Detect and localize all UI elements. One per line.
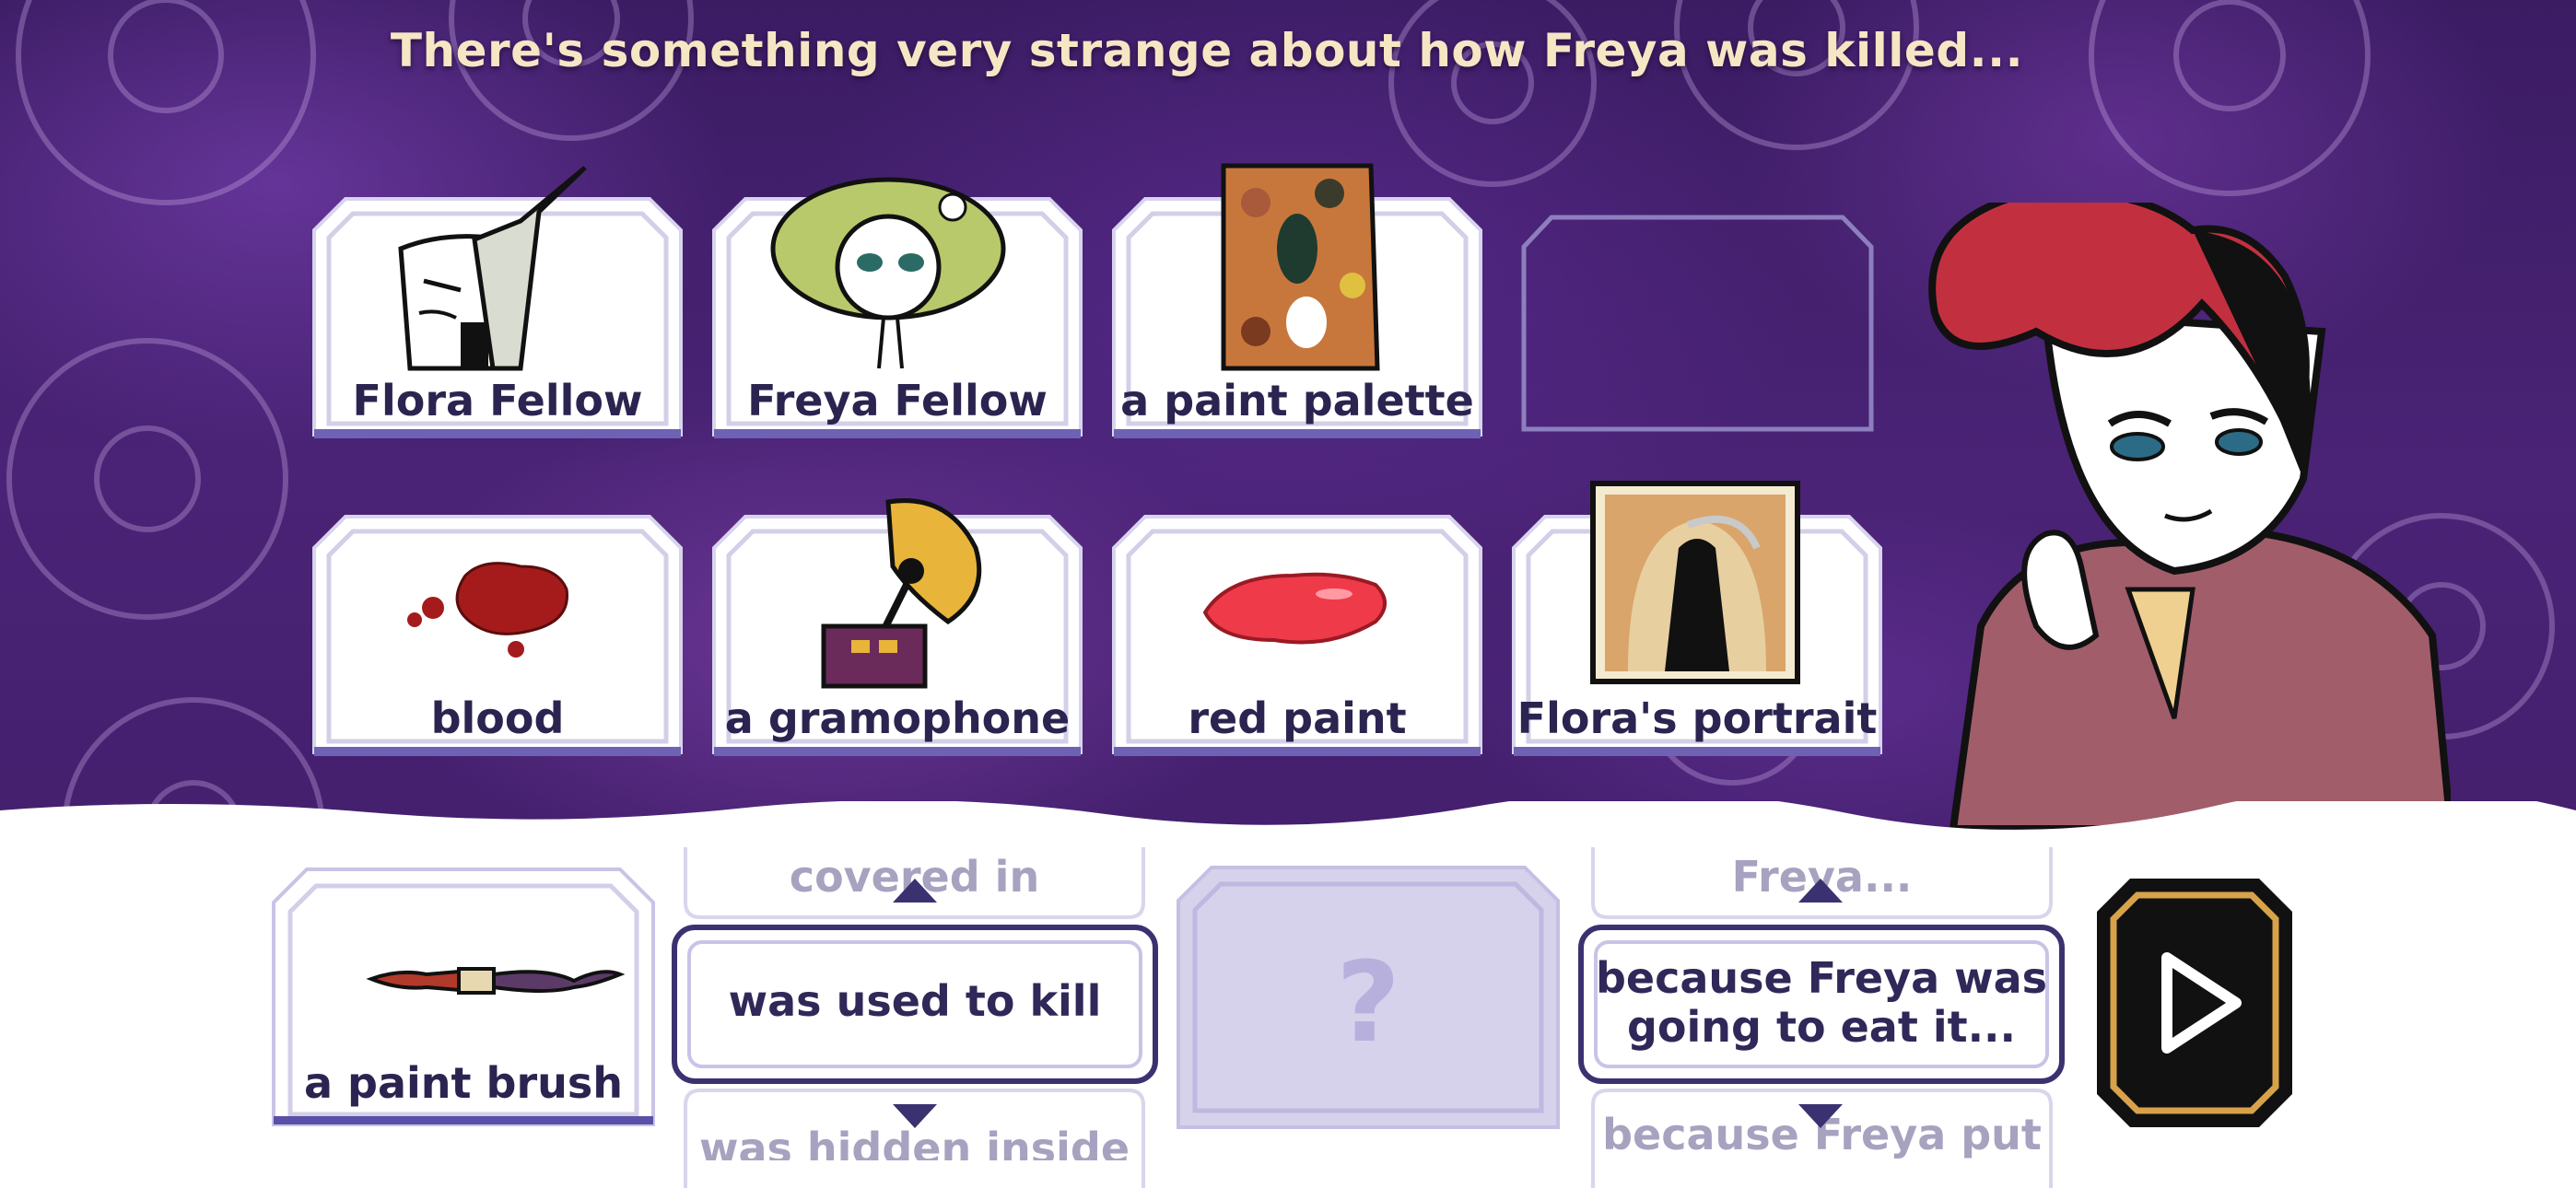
clue-card-label: a gramophone [724,693,1071,743]
subject-card-label: a paint brush [303,1058,624,1108]
clue-card-gramophone[interactable]: a gramophone [708,498,1086,760]
submit-button[interactable] [2093,875,2296,1131]
detective-character-icon [1928,203,2451,829]
verb-up-arrow-icon[interactable] [889,875,941,906]
reason-down-arrow-icon[interactable] [1795,1101,1846,1132]
clue-card-label: blood [430,693,565,743]
clue-card-label: Freya Fellow [747,376,1048,425]
clue-card-label: red paint [1188,693,1407,743]
clue-card-label: a paint palette [1120,376,1474,425]
narration-caption: There's something very strange about how… [390,24,2024,77]
reason-up-arrow-icon[interactable] [1795,875,1846,906]
verb-down-arrow-icon[interactable] [889,1101,941,1132]
clue-card-flora-fellow[interactable]: Flora Fellow [309,166,686,442]
clue-card-floras-portrait[interactable]: Flora's portrait [1508,481,1886,760]
verb-current-label: was used to kill [728,976,1102,1026]
clue-card-label: Flora's portrait [1516,693,1878,743]
clue-card-freya-fellow[interactable]: Freya Fellow [708,177,1086,442]
clue-card-red-paint[interactable]: red paint [1108,511,1486,760]
sentence-subject-card[interactable]: a paint brush [270,866,657,1128]
clue-card-label: Flora Fellow [352,376,643,425]
object-placeholder-mark: ? [1336,939,1400,1067]
gear-icon [6,338,288,620]
clue-card-blood[interactable]: blood [309,511,686,760]
reason-current-label-line2: going to eat it... [1626,1002,2017,1052]
reason-current-label-line1: because Freya was [1595,953,2048,1003]
clue-card-paint-palette[interactable]: a paint palette [1108,163,1486,442]
empty-clue-slot [1521,215,1874,432]
